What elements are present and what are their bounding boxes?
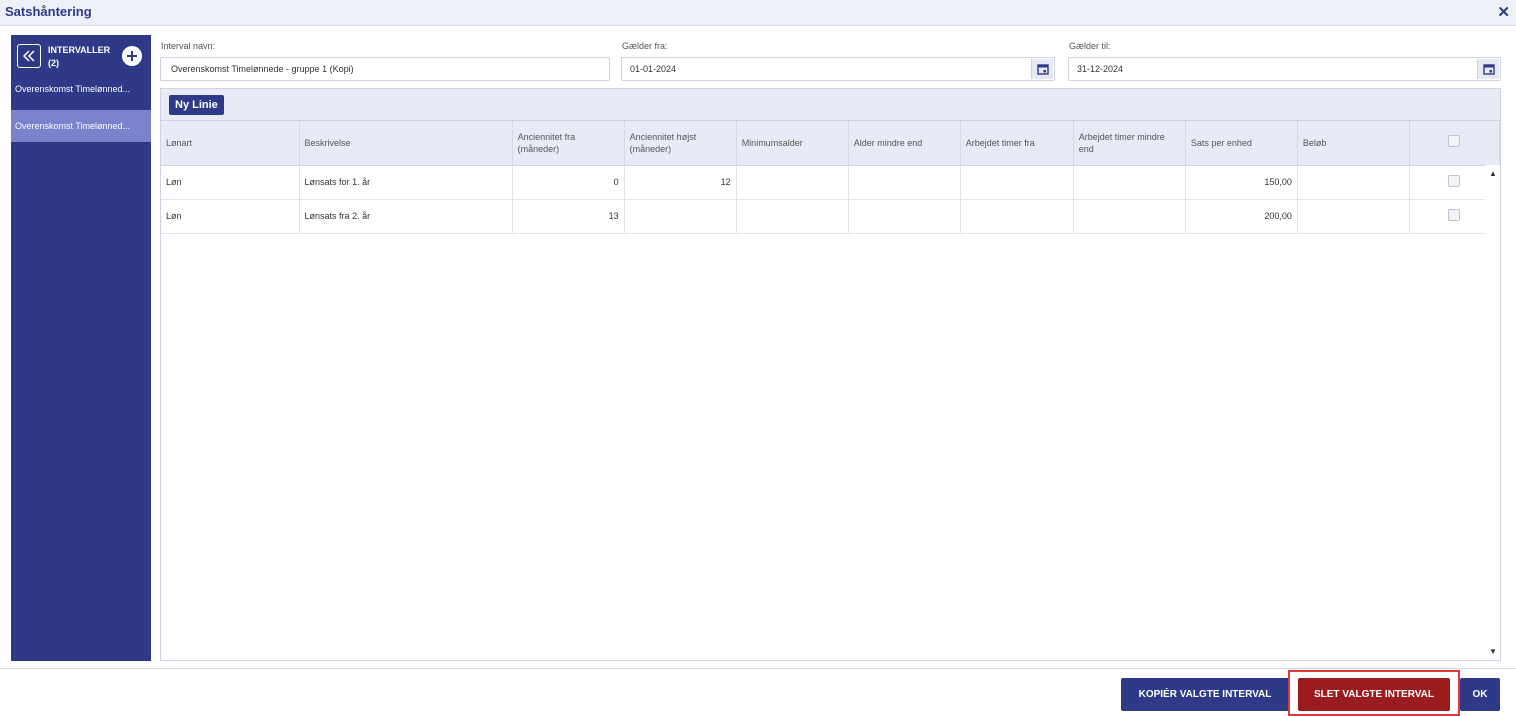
sidebar-item-interval-1[interactable]: Overenskomst Timelønned... (11, 73, 151, 105)
select-all-checkbox[interactable] (1448, 135, 1461, 148)
table-cell[interactable] (848, 199, 961, 234)
table-cell[interactable]: 0 (512, 165, 625, 200)
scroll-down-icon[interactable]: ▼ (1489, 647, 1497, 656)
select-all-cell (1409, 121, 1501, 166)
table-cell[interactable]: Løn (161, 165, 300, 200)
intervals-heading: INTERVALLER (2) (48, 44, 110, 70)
table-cell[interactable]: Løn (161, 199, 300, 234)
calendar-icon (1482, 64, 1495, 75)
table-cell[interactable] (960, 165, 1074, 200)
new-line-button[interactable]: Ny Linie (169, 95, 224, 115)
dialog-titlebar: Satshåntering ✕ (0, 0, 1516, 26)
table-cell[interactable]: 13 (512, 199, 625, 234)
scroll-up-icon[interactable]: ▲ (1489, 169, 1497, 178)
intervals-count: (2) (48, 58, 59, 68)
close-icon[interactable]: ✕ (1497, 3, 1510, 21)
valid-to-value: 31-12-2024 (1077, 64, 1124, 74)
table-cell[interactable] (848, 165, 961, 200)
delete-interval-button[interactable]: SLET VALGTE INTERVAL (1298, 678, 1450, 711)
valid-from-calendar-button[interactable] (1031, 59, 1053, 79)
valid-to-calendar-button[interactable] (1477, 59, 1499, 79)
double-chevron-left-icon (22, 50, 35, 62)
intervals-heading-title: INTERVALLER (48, 45, 111, 55)
column-header[interactable]: Anciennitet højst (måneder) (624, 121, 737, 166)
table-row[interactable]: Løn Lønsats fra 2. år 13 200,00 (161, 199, 1501, 234)
table-header-row: Lønart Beskrivelse Anciennitet fra (måne… (161, 121, 1501, 166)
table-cell[interactable] (736, 165, 849, 200)
vertical-scrollbar[interactable]: ▲ ▼ (1485, 165, 1500, 660)
valid-from-value: 01-01-2024 (630, 64, 677, 74)
table-row[interactable]: Løn Lønsats for 1. år 0 12 150,00 (161, 165, 1501, 200)
column-header[interactable]: Beskrivelse (299, 121, 513, 166)
table-cell[interactable] (1297, 199, 1410, 234)
table-cell[interactable]: 200,00 (1185, 199, 1298, 234)
ok-button[interactable]: OK (1460, 678, 1500, 711)
table-cell[interactable]: 150,00 (1185, 165, 1298, 200)
column-header[interactable]: Arbejdet timer mindre end (1073, 121, 1186, 166)
grid-toolbar: Ny Linie (161, 89, 1500, 121)
table-cell[interactable] (1297, 165, 1410, 200)
valid-to-input[interactable]: 31-12-2024 (1068, 57, 1501, 81)
footer-divider (0, 668, 1516, 669)
interval-name-input[interactable]: Overenskomst Timelønnede - gruppe 1 (Kop… (160, 57, 610, 81)
sidebar-item-interval-2[interactable]: Overenskomst Timelønned... (11, 110, 151, 142)
valid-to-label: Gælder til: (1069, 41, 1111, 51)
table-cell[interactable] (1073, 165, 1186, 200)
row-checkbox[interactable] (1448, 209, 1461, 221)
row-checkbox[interactable] (1448, 175, 1461, 187)
add-interval-button[interactable] (122, 46, 142, 66)
dialog-title: Satshåntering (5, 4, 92, 19)
interval-name-label: Interval navn: (161, 41, 216, 51)
rates-table: Lønart Beskrivelse Anciennitet fra (måne… (161, 121, 1501, 234)
plus-icon (127, 51, 137, 61)
column-header[interactable]: Beløb (1297, 121, 1410, 166)
table-cell[interactable]: 12 (624, 165, 737, 200)
column-header[interactable]: Anciennitet fra (måneder) (512, 121, 625, 166)
valid-from-input[interactable]: 01-01-2024 (621, 57, 1055, 81)
rates-grid: Ny Linie Lønart Beskrivelse Anciennitet … (160, 88, 1501, 661)
table-cell[interactable] (960, 199, 1074, 234)
column-header[interactable]: Lønart (161, 121, 300, 166)
column-header[interactable]: Sats per enhed (1185, 121, 1298, 166)
valid-from-label: Gælder fra: (622, 41, 668, 51)
intervals-sidebar: INTERVALLER (2) Overenskomst Timelønned.… (11, 35, 151, 661)
calendar-icon (1036, 64, 1049, 75)
column-header[interactable]: Alder mindre end (848, 121, 961, 166)
table-cell[interactable]: Lønsats fra 2. år (299, 199, 513, 234)
table-cell[interactable] (1073, 199, 1186, 234)
table-cell[interactable]: Lønsats for 1. år (299, 165, 513, 200)
copy-interval-button[interactable]: KOPIÉR VALGTE INTERVAL (1121, 678, 1289, 711)
table-cell[interactable] (736, 199, 849, 234)
column-header[interactable]: Arbejdet timer fra (960, 121, 1074, 166)
table-cell[interactable] (624, 199, 737, 234)
collapse-sidebar-button[interactable] (17, 44, 41, 68)
column-header[interactable]: Minimumsalder (736, 121, 849, 166)
